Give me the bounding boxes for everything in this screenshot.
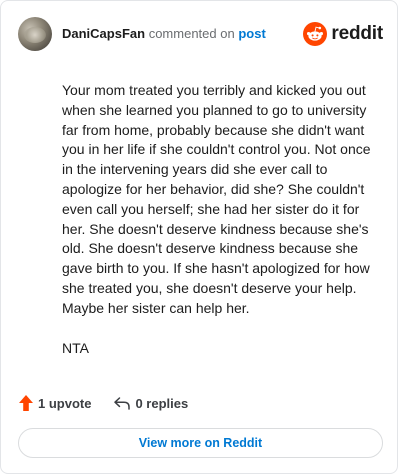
avatar-image [24,27,46,43]
comment-footer: 1 upvote 0 replies [18,394,188,412]
comment-header: DaniCapsFan commented on post reddit [18,16,383,52]
post-link[interactable]: post [238,26,265,41]
reply-button[interactable]: 0 replies [113,395,188,411]
comment-paragraph: Your mom treated you terribly and kicked… [62,82,371,316]
upvote-button[interactable]: 1 upvote [18,394,91,412]
username-link[interactable]: DaniCapsFan [62,26,145,41]
comment-body: Your mom treated you terribly and kicked… [62,81,380,358]
comment-embed-card: DaniCapsFan commented on post reddit You… [0,0,398,474]
reply-arrow-icon [114,397,131,410]
comment-verdict: NTA [62,339,89,356]
view-more-button[interactable]: View more on Reddit [18,428,383,458]
reddit-wordmark: reddit [331,23,383,44]
comment-meta: DaniCapsFan commented on post [62,26,266,42]
user-avatar[interactable] [18,17,52,51]
reddit-snoo-icon [303,22,328,46]
upvote-count: 1 upvote [38,395,92,411]
upvote-arrow-icon [19,395,33,411]
action-text: commented on [148,26,235,41]
reddit-logo[interactable]: reddit [303,22,383,46]
reply-count: 0 replies [135,395,189,411]
